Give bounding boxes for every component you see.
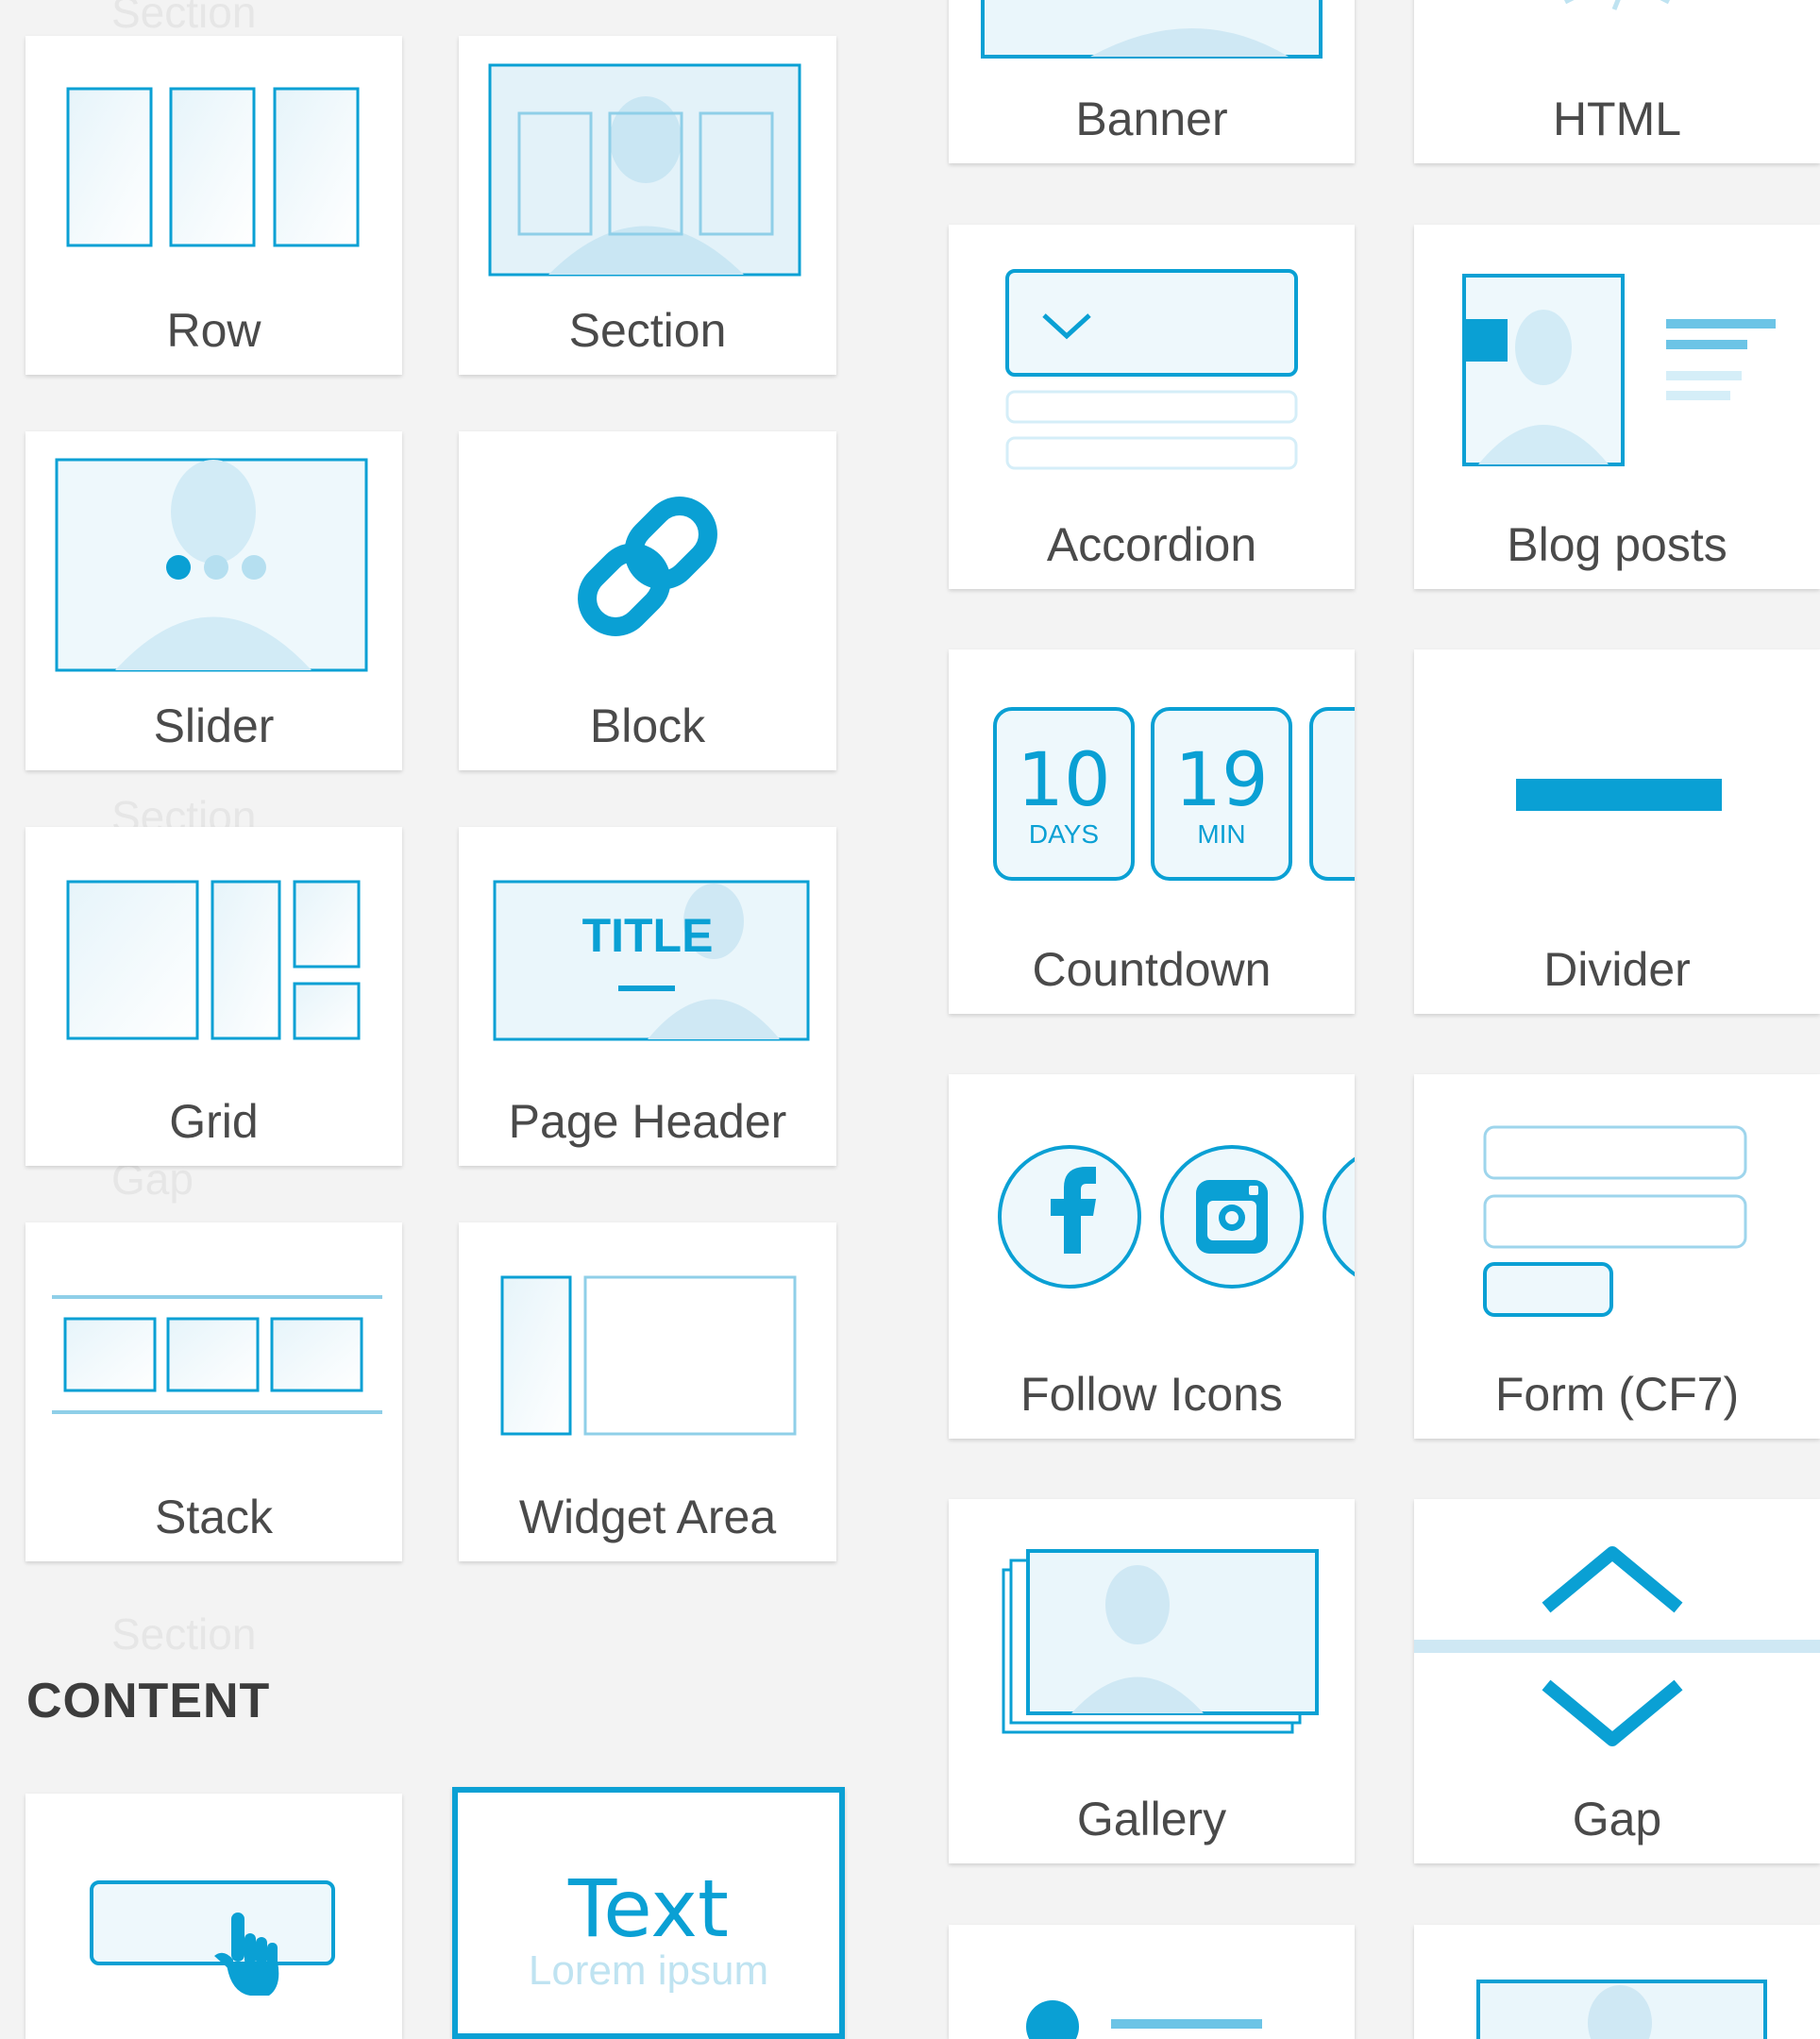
ghost-label: Section — [111, 0, 257, 37]
list-card[interactable] — [949, 1925, 1355, 2039]
text-title: Text — [568, 1862, 729, 1955]
grid-label: Grid — [169, 1095, 259, 1148]
instagram-icon — [1196, 1180, 1268, 1254]
content-heading: CONTENT — [26, 1674, 271, 1728]
countdown-days-value: 10 — [1017, 738, 1111, 823]
row-card[interactable]: Row — [25, 36, 402, 375]
html-card[interactable]: HTML — [1414, 0, 1820, 163]
gap-label: Gap — [1572, 1793, 1662, 1845]
countdown-min-unit: MIN — [1197, 819, 1246, 849]
page-header-card[interactable]: TITLE Page Header — [459, 827, 836, 1166]
divider-label: Divider — [1543, 943, 1691, 996]
widget-area-card[interactable]: Widget Area — [459, 1222, 836, 1561]
accordion-label: Accordion — [1046, 518, 1257, 571]
block-label: Block — [589, 699, 706, 752]
countdown-label: Countdown — [1032, 943, 1272, 996]
stack-card[interactable]: Stack — [25, 1222, 402, 1561]
divider-card[interactable]: Divider — [1414, 649, 1820, 1014]
banner-card[interactable]: Banner — [949, 0, 1355, 163]
banner-label: Banner — [1075, 93, 1228, 145]
blog-posts-card[interactable]: Blog posts — [1414, 225, 1820, 589]
section-label: Section — [568, 304, 727, 357]
row-label: Row — [166, 304, 261, 357]
html-label: HTML — [1552, 93, 1682, 145]
grid-card[interactable]: Grid — [25, 827, 402, 1166]
countdown-days-unit: DAYS — [1028, 819, 1100, 849]
accordion-card[interactable]: Accordion — [949, 225, 1355, 589]
image-card[interactable] — [1414, 1925, 1820, 2039]
follow-icons-label: Follow Icons — [1020, 1368, 1283, 1421]
blog-posts-label: Blog posts — [1507, 518, 1727, 571]
text-subtitle: Lorem ipsum — [528, 1947, 769, 1994]
form-cf7-label: Form (CF7) — [1494, 1368, 1740, 1421]
stack-label: Stack — [154, 1491, 274, 1543]
list-icon — [1026, 2000, 1262, 2039]
button-card[interactable] — [25, 1794, 402, 2039]
gap-card[interactable]: Gap — [1414, 1499, 1820, 1863]
ghost-label: Section — [111, 1609, 257, 1659]
text-card[interactable]: Text Lorem ipsum — [452, 1787, 845, 2039]
image-icon — [1476, 1980, 1767, 2039]
slider-label: Slider — [153, 699, 275, 752]
form-cf7-card[interactable]: Form (CF7) — [1414, 1074, 1820, 1439]
countdown-min-value: 19 — [1174, 738, 1269, 823]
follow-icons-card[interactable]: Follow Icons — [949, 1074, 1355, 1439]
section-card[interactable]: Section — [459, 36, 836, 375]
svg-text:TITLE: TITLE — [582, 909, 714, 962]
button-icon — [90, 1880, 335, 1996]
gallery-label: Gallery — [1076, 1793, 1227, 1845]
widget-area-label: Widget Area — [518, 1491, 777, 1543]
slider-card[interactable]: Slider — [25, 431, 402, 770]
gallery-card[interactable]: Gallery — [949, 1499, 1355, 1863]
page-header-label: Page Header — [508, 1095, 787, 1148]
block-card[interactable]: Block — [459, 431, 836, 770]
countdown-card[interactable]: 10 DAYS 19 MIN Countdown — [949, 649, 1355, 1014]
